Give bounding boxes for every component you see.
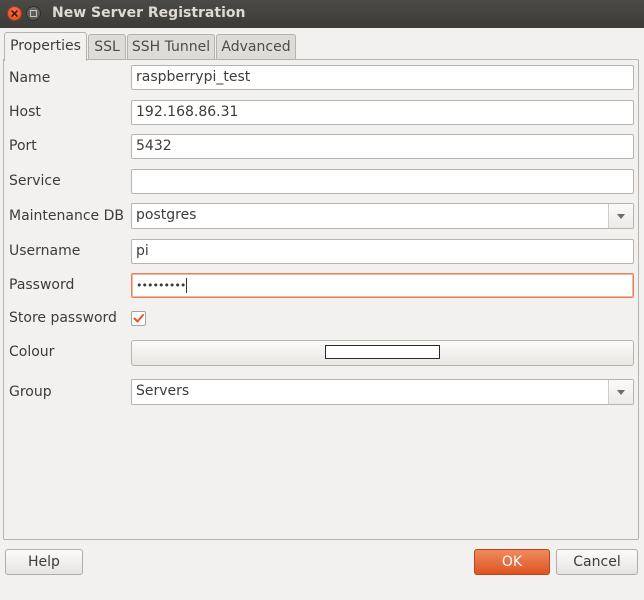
username-label: Username xyxy=(9,243,81,259)
password-input[interactable]: ••••••••• xyxy=(131,273,634,298)
tab-advanced[interactable]: Advanced xyxy=(216,34,296,59)
store-password-label: Store password xyxy=(9,310,117,326)
service-label: Service xyxy=(9,173,61,189)
colour-picker-button[interactable] xyxy=(131,340,634,366)
window-close-button[interactable] xyxy=(7,6,22,21)
window-titlebar: New Server Registration xyxy=(0,0,644,28)
properties-panel xyxy=(3,59,639,540)
name-input[interactable]: raspberrypi_test xyxy=(131,65,634,90)
store-password-checkbox[interactable] xyxy=(131,311,146,326)
colour-swatch xyxy=(325,345,440,359)
chevron-down-icon xyxy=(617,390,625,395)
username-input[interactable]: pi xyxy=(131,239,634,264)
group-value: Servers xyxy=(136,383,190,399)
checkmark-icon xyxy=(133,314,144,323)
text-cursor xyxy=(186,277,188,293)
tab-ssh-tunnel[interactable]: SSH Tunnel xyxy=(127,34,215,59)
password-label: Password xyxy=(9,277,75,293)
maintenance-db-value: postgres xyxy=(136,207,197,223)
tab-ssl[interactable]: SSL xyxy=(88,34,126,59)
password-mask: ••••••••• xyxy=(136,279,186,292)
group-select[interactable]: Servers xyxy=(131,379,634,405)
colour-label: Colour xyxy=(9,344,55,360)
dropdown-button[interactable] xyxy=(608,380,633,404)
port-label: Port xyxy=(9,138,37,154)
service-input[interactable] xyxy=(131,169,634,194)
close-icon xyxy=(11,10,18,17)
port-input[interactable]: 5432 xyxy=(131,134,634,159)
host-input[interactable]: 192.168.86.31 xyxy=(131,100,634,125)
maintenance-db-select[interactable]: postgres xyxy=(131,203,634,229)
group-label: Group xyxy=(9,384,52,400)
name-label: Name xyxy=(9,70,51,86)
cancel-button[interactable]: Cancel xyxy=(556,549,638,575)
help-button[interactable]: Help xyxy=(5,549,83,575)
dropdown-button[interactable] xyxy=(608,204,633,228)
host-label: Host xyxy=(9,104,41,120)
tab-properties[interactable]: Properties xyxy=(4,32,87,61)
window-minimize-button[interactable] xyxy=(26,6,41,21)
ok-button[interactable]: OK xyxy=(474,549,550,575)
maximize-icon xyxy=(30,10,37,17)
chevron-down-icon xyxy=(617,214,625,219)
window-title: New Server Registration xyxy=(52,5,246,21)
maintenance-db-label: Maintenance DB xyxy=(9,208,124,224)
